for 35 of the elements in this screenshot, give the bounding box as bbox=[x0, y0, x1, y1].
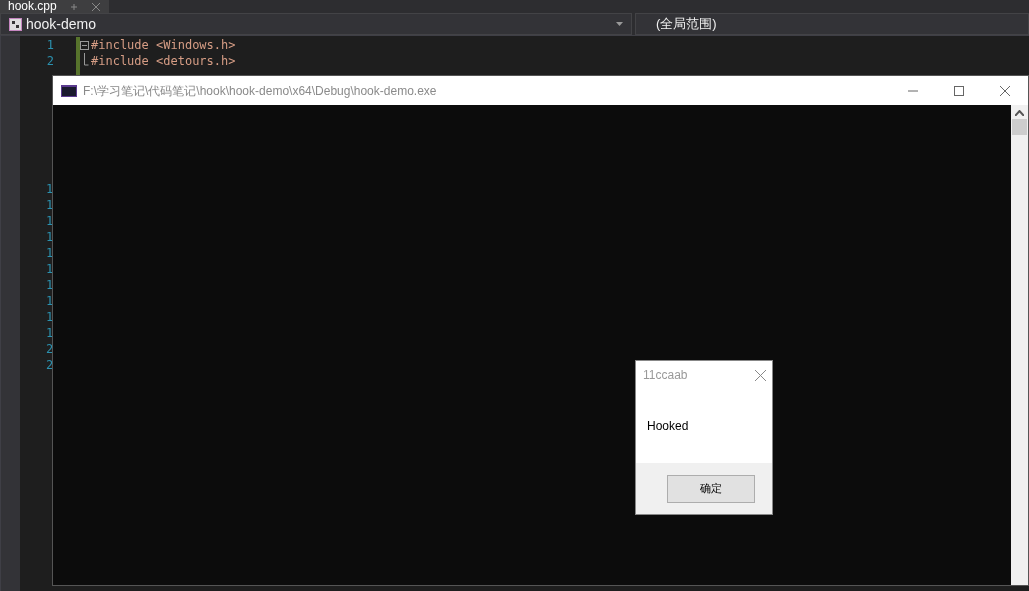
line-number: 1 bbox=[45, 229, 55, 245]
code-line: #include <detours.h> bbox=[91, 53, 236, 69]
close-icon bbox=[1000, 85, 1010, 96]
console-icon bbox=[61, 84, 77, 97]
dropdown-caret-icon bbox=[616, 22, 623, 26]
window-title: F:\学习笔记\代码笔记\hook\hook-demo\x64\Debug\hook-demo.exe bbox=[83, 82, 438, 100]
dialog-message: Hooked bbox=[647, 418, 689, 435]
collapse-icon[interactable] bbox=[80, 40, 89, 50]
scrollbar-thumb[interactable] bbox=[1012, 119, 1027, 135]
line-number: 1 bbox=[45, 213, 55, 229]
scroll-up-icon bbox=[1015, 110, 1024, 116]
scrollbar[interactable] bbox=[1011, 105, 1028, 585]
maximize-icon bbox=[954, 85, 964, 96]
line-number: 1 bbox=[45, 293, 55, 309]
line-number: 1 bbox=[45, 309, 55, 325]
pin-icon bbox=[68, 1, 79, 12]
line-number: 1 bbox=[45, 277, 55, 293]
line-number: 1 bbox=[45, 37, 55, 53]
code-line: #include <Windows.h> bbox=[91, 37, 236, 53]
ok-button[interactable]: 确定 bbox=[667, 474, 755, 503]
dialog-title: 11ccaab bbox=[643, 367, 688, 384]
project-icon bbox=[9, 17, 22, 31]
project-dropdown[interactable]: hook-demo bbox=[0, 13, 632, 35]
line-number: 1 bbox=[45, 325, 55, 341]
line-number: 2 bbox=[45, 357, 55, 373]
close-icon bbox=[755, 369, 766, 381]
line-number: 2 bbox=[45, 341, 55, 357]
close-icon bbox=[90, 1, 101, 12]
line-number: 1 bbox=[45, 181, 55, 197]
line-number: 1 bbox=[45, 261, 55, 277]
editor-tab[interactable]: hook.cpp bbox=[0, 0, 109, 13]
scope-dropdown[interactable]: (全局范围) bbox=[635, 13, 1029, 35]
line-number: 1 bbox=[45, 245, 55, 261]
line-number: 2 bbox=[45, 53, 55, 69]
line-number: 1 bbox=[45, 197, 55, 213]
